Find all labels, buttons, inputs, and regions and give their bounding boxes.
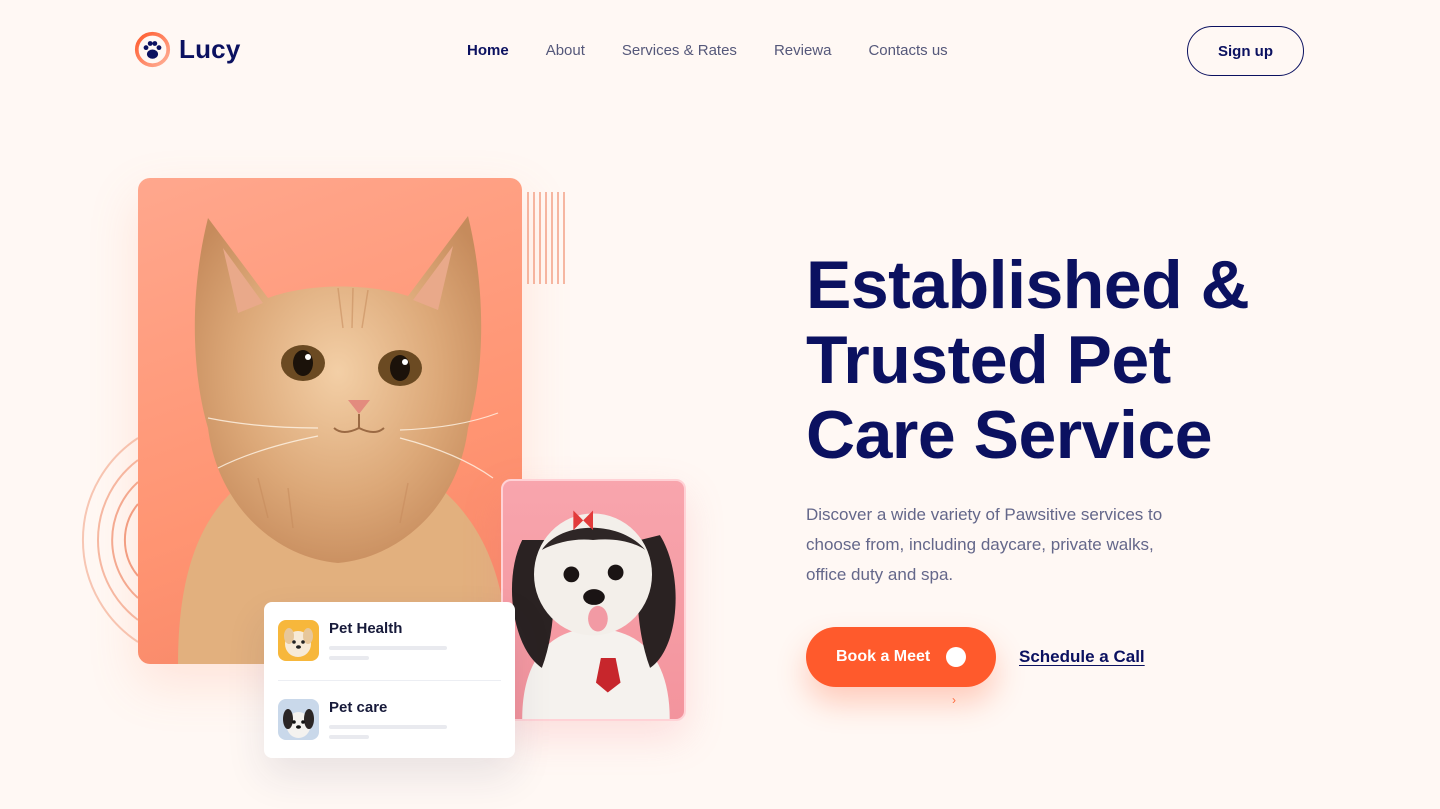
brand-name: Lucy xyxy=(179,34,241,64)
toggle-dot-icon xyxy=(946,647,966,667)
nav-about[interactable]: About xyxy=(546,42,585,59)
book-a-meet-label: Book a Meet xyxy=(836,648,931,665)
nav-reviews[interactable]: Reviewa xyxy=(774,42,832,59)
nav-contacts[interactable]: Contacts us xyxy=(868,42,947,59)
book-a-meet-button[interactable]: Book a Meet xyxy=(806,627,996,687)
service-item-pet-care[interactable]: Pet care xyxy=(278,680,501,758)
service-item-pet-health[interactable]: Pet Health xyxy=(278,602,501,680)
brand-logo[interactable]: Lucy xyxy=(134,31,240,68)
placeholder-line xyxy=(329,646,447,650)
puppy-thumbnail xyxy=(278,620,319,661)
service-title: Pet care xyxy=(329,699,388,716)
chevron-right-icon: › xyxy=(952,693,956,707)
signup-button[interactable]: Sign up xyxy=(1187,26,1304,76)
schedule-a-call-link[interactable]: Schedule a Call xyxy=(1019,647,1145,667)
main-nav: Home About Services & Rates Reviewa Cont… xyxy=(467,42,948,59)
paw-icon xyxy=(134,31,171,68)
service-title: Pet Health xyxy=(329,620,403,637)
shih-tzu-photo xyxy=(501,479,686,721)
services-card: Pet Health Pet care xyxy=(264,602,515,758)
kitten-photo xyxy=(138,178,522,664)
nav-home[interactable]: Home xyxy=(467,42,509,59)
placeholder-line xyxy=(329,725,447,729)
placeholder-line xyxy=(329,735,369,739)
hero-description: Discover a wide variety of Pawsitive ser… xyxy=(806,505,1163,584)
decorative-stripes xyxy=(527,192,565,284)
placeholder-line xyxy=(329,656,369,660)
dog-thumbnail xyxy=(278,699,319,740)
nav-services-rates[interactable]: Services & Rates xyxy=(622,42,737,59)
hero-headline: Established & Trusted Pet Care Service xyxy=(806,247,1250,473)
